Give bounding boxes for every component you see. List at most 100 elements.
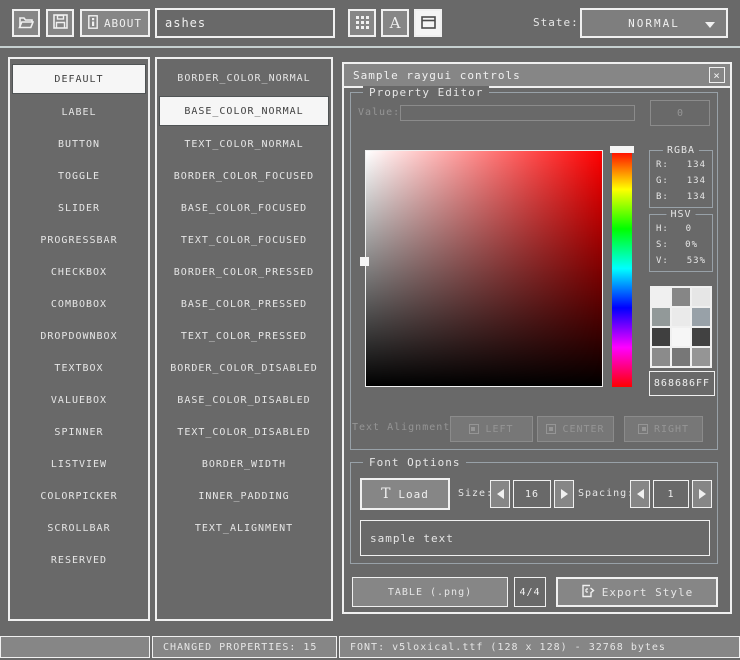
color-swatch[interactable] — [652, 308, 670, 326]
control-window-view-button[interactable] — [414, 9, 442, 37]
size-value: 16 — [525, 489, 539, 500]
properties-list-item[interactable]: BASE_COLOR_PRESSED — [159, 290, 329, 318]
color-swatch[interactable] — [652, 348, 670, 366]
hex-color-box[interactable]: 868686FF — [649, 371, 715, 396]
open-style-button[interactable] — [12, 9, 40, 37]
export-style-button[interactable]: Export Style — [556, 577, 718, 607]
properties-list-item[interactable]: TEXT_COLOR_FOCUSED — [159, 226, 329, 254]
size-increase-button[interactable] — [554, 480, 574, 508]
color-swatch[interactable] — [692, 348, 710, 366]
export-format-dropdown[interactable]: TABLE (.png) — [352, 577, 508, 607]
hsv-group: HSV H: 0 S: 0% V: 53% — [649, 214, 713, 272]
properties-list-item[interactable]: BASE_COLOR_FOCUSED — [159, 194, 329, 222]
size-label: Size: — [458, 488, 493, 499]
controls-list-item[interactable]: LABEL — [12, 98, 146, 126]
state-dropdown[interactable]: NORMAL — [580, 8, 728, 38]
font-options-title: Font Options — [363, 456, 466, 469]
controls-list-item[interactable]: DEFAULT — [12, 64, 146, 94]
controls-list-item[interactable]: LISTVIEW — [12, 450, 146, 478]
color-swatch[interactable] — [672, 308, 690, 326]
sample-text-input[interactable]: sample text — [360, 520, 710, 556]
color-picker-area[interactable] — [365, 150, 603, 387]
properties-list-item[interactable]: TEXT_COLOR_DISABLED — [159, 418, 329, 446]
controls-list-item[interactable]: SPINNER — [12, 418, 146, 446]
save-style-button[interactable] — [46, 9, 74, 37]
value-slider[interactable] — [400, 105, 635, 121]
value-box[interactable]: 0 — [650, 100, 710, 126]
font-t-icon: T — [381, 486, 391, 502]
font-info-text: FONT: v5loxical.ttf (128 x 128) - 32768 … — [350, 642, 666, 653]
controls-list-item[interactable]: TOGGLE — [12, 162, 146, 190]
size-value-box[interactable]: 16 — [513, 480, 551, 508]
controls-list-item[interactable]: SLIDER — [12, 194, 146, 222]
spacing-decrease-button[interactable] — [630, 480, 650, 508]
rgba-r-label: R: — [656, 157, 669, 173]
properties-list-item[interactable]: TEXT_COLOR_NORMAL — [159, 130, 329, 158]
properties-list-item[interactable]: TEXT_ALIGNMENT — [159, 514, 329, 542]
style-name-input[interactable] — [155, 8, 335, 38]
spacing-label: Spacing: — [578, 488, 634, 499]
controls-list-item[interactable]: TEXTBOX — [12, 354, 146, 382]
align-right-button[interactable]: RIGHT — [624, 416, 703, 442]
align-left-button[interactable]: LEFT — [450, 416, 533, 442]
statusbar-changed-properties: CHANGED PROPERTIES: 15 — [152, 636, 337, 658]
align-right-icon — [638, 424, 648, 434]
statusbar-font-info: FONT: v5loxical.ttf (128 x 128) - 32768 … — [339, 636, 740, 658]
align-center-button[interactable]: CENTER — [537, 416, 614, 442]
window-titlebar[interactable]: Sample raygui controls × — [344, 64, 730, 88]
controls-list-item[interactable]: SCROLLBAR — [12, 514, 146, 542]
export-format-label: TABLE (.png) — [388, 587, 472, 598]
style-table-view-button[interactable] — [348, 9, 376, 37]
controls-list-item[interactable]: CHECKBOX — [12, 258, 146, 286]
statusbar-left-segment — [0, 636, 150, 658]
hsv-h-value: 0 — [686, 221, 692, 237]
hue-selector[interactable] — [610, 146, 634, 153]
properties-list-item[interactable]: BORDER_COLOR_PRESSED — [159, 258, 329, 286]
properties-list-item[interactable]: TEXT_COLOR_PRESSED — [159, 322, 329, 350]
controls-list-item[interactable]: COMBOBOX — [12, 290, 146, 318]
hue-bar[interactable] — [612, 150, 632, 387]
color-picker-selector[interactable] — [360, 257, 369, 266]
properties-list-panel: BORDER_COLOR_NORMAL BASE_COLOR_NORMAL TEXT… — [155, 57, 333, 621]
hsv-v-value: 53% — [687, 253, 706, 269]
color-swatch[interactable] — [652, 288, 670, 306]
controls-list-item[interactable]: VALUEBOX — [12, 386, 146, 414]
size-decrease-button[interactable] — [490, 480, 510, 508]
properties-list-item[interactable]: BORDER_COLOR_FOCUSED — [159, 162, 329, 190]
controls-list-item[interactable]: DROPDOWNBOX — [12, 322, 146, 350]
window-icon — [421, 14, 436, 33]
controls-list-item[interactable]: RESERVED — [12, 546, 146, 574]
spacing-increase-button[interactable] — [692, 480, 712, 508]
text-alignment-label: Text Alignment — [352, 422, 450, 433]
properties-list-item[interactable]: BORDER_WIDTH — [159, 450, 329, 478]
state-dropdown-value: NORMAL — [628, 17, 680, 30]
color-swatch[interactable] — [672, 328, 690, 346]
controls-list-item[interactable]: COLORPICKER — [12, 482, 146, 510]
color-swatch[interactable] — [672, 348, 690, 366]
color-swatch[interactable] — [652, 328, 670, 346]
color-swatch[interactable] — [672, 288, 690, 306]
properties-list-item[interactable]: BASE_COLOR_DISABLED — [159, 386, 329, 414]
font-atlas-button[interactable]: A — [381, 9, 409, 37]
load-font-button[interactable]: T Load — [360, 478, 450, 510]
load-font-label: Load — [398, 488, 429, 501]
folder-open-icon — [18, 14, 34, 33]
align-right-label: RIGHT — [654, 424, 689, 435]
controls-list-item[interactable]: BUTTON — [12, 130, 146, 158]
color-swatch[interactable] — [692, 308, 710, 326]
export-pages-box[interactable]: 4/4 — [514, 577, 546, 607]
properties-list-item[interactable]: BASE_COLOR_NORMAL — [159, 96, 329, 126]
style-color-swatches — [650, 286, 712, 368]
color-swatch[interactable] — [692, 328, 710, 346]
controls-list-item[interactable]: PROGRESSBAR — [12, 226, 146, 254]
spacing-value-box[interactable]: 1 — [653, 480, 689, 508]
properties-list-item[interactable]: BORDER_COLOR_NORMAL — [159, 64, 329, 92]
properties-list-item[interactable]: BORDER_COLOR_DISABLED — [159, 354, 329, 382]
properties-list-item[interactable]: INNER_PADDING — [159, 482, 329, 510]
rgba-group: RGBA R: 134 G: 134 B: 134 — [649, 150, 713, 208]
about-button[interactable]: ABOUT — [80, 9, 150, 37]
window-close-button[interactable]: × — [709, 67, 725, 83]
rgba-b-label: B: — [656, 189, 669, 205]
color-swatch[interactable] — [692, 288, 710, 306]
sample-text-value: sample text — [370, 532, 454, 545]
